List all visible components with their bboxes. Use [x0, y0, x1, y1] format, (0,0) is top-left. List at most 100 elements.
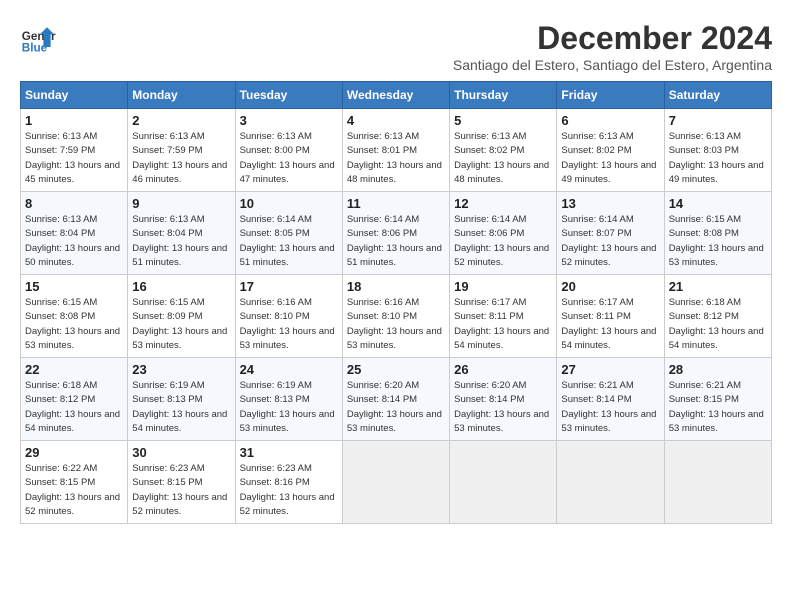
sunset-label: Sunset: 8:15 PM: [25, 477, 95, 488]
day-info: Sunrise: 6:18 AM Sunset: 8:12 PM Dayligh…: [25, 379, 123, 436]
sunrise-label: Sunrise: 6:15 AM: [132, 297, 204, 308]
daylight-label: Daylight: 13 hours and 52 minutes.: [25, 492, 120, 517]
day-cell-5: 5 Sunrise: 6:13 AM Sunset: 8:02 PM Dayli…: [450, 109, 557, 192]
sunset-label: Sunset: 8:12 PM: [25, 394, 95, 405]
daylight-label: Daylight: 13 hours and 53 minutes.: [669, 243, 764, 268]
day-info: Sunrise: 6:21 AM Sunset: 8:14 PM Dayligh…: [561, 379, 659, 436]
logo-icon: General Blue: [20, 20, 56, 56]
day-cell-20: 20 Sunrise: 6:17 AM Sunset: 8:11 PM Dayl…: [557, 275, 664, 358]
header-tuesday: Tuesday: [235, 82, 342, 109]
calendar-row-2: 8 Sunrise: 6:13 AM Sunset: 8:04 PM Dayli…: [21, 192, 772, 275]
day-number: 30: [132, 445, 230, 460]
day-info: Sunrise: 6:15 AM Sunset: 8:08 PM Dayligh…: [25, 296, 123, 353]
day-info: Sunrise: 6:13 AM Sunset: 8:01 PM Dayligh…: [347, 130, 445, 187]
day-info: Sunrise: 6:14 AM Sunset: 8:05 PM Dayligh…: [240, 213, 338, 270]
day-number: 10: [240, 196, 338, 211]
sunset-label: Sunset: 8:06 PM: [454, 228, 524, 239]
sunrise-label: Sunrise: 6:13 AM: [132, 214, 204, 225]
day-cell-30: 30 Sunrise: 6:23 AM Sunset: 8:15 PM Dayl…: [128, 441, 235, 524]
header-sunday: Sunday: [21, 82, 128, 109]
day-cell-26: 26 Sunrise: 6:20 AM Sunset: 8:14 PM Dayl…: [450, 358, 557, 441]
sunset-label: Sunset: 8:11 PM: [561, 311, 631, 322]
sunrise-label: Sunrise: 6:18 AM: [25, 380, 97, 391]
empty-cell: [450, 441, 557, 524]
day-number: 25: [347, 362, 445, 377]
day-info: Sunrise: 6:19 AM Sunset: 8:13 PM Dayligh…: [240, 379, 338, 436]
day-cell-7: 7 Sunrise: 6:13 AM Sunset: 8:03 PM Dayli…: [664, 109, 771, 192]
daylight-label: Daylight: 13 hours and 51 minutes.: [347, 243, 442, 268]
day-info: Sunrise: 6:15 AM Sunset: 8:08 PM Dayligh…: [669, 213, 767, 270]
day-info: Sunrise: 6:20 AM Sunset: 8:14 PM Dayligh…: [347, 379, 445, 436]
day-cell-12: 12 Sunrise: 6:14 AM Sunset: 8:06 PM Dayl…: [450, 192, 557, 275]
weekday-header-row: Sunday Monday Tuesday Wednesday Thursday…: [21, 82, 772, 109]
day-number: 14: [669, 196, 767, 211]
daylight-label: Daylight: 13 hours and 53 minutes.: [454, 409, 549, 434]
daylight-label: Daylight: 13 hours and 48 minutes.: [347, 160, 442, 185]
day-cell-1: 1 Sunrise: 6:13 AM Sunset: 7:59 PM Dayli…: [21, 109, 128, 192]
day-number: 21: [669, 279, 767, 294]
daylight-label: Daylight: 13 hours and 53 minutes.: [132, 326, 227, 351]
day-info: Sunrise: 6:19 AM Sunset: 8:13 PM Dayligh…: [132, 379, 230, 436]
sunset-label: Sunset: 8:12 PM: [669, 311, 739, 322]
day-cell-2: 2 Sunrise: 6:13 AM Sunset: 7:59 PM Dayli…: [128, 109, 235, 192]
sunrise-label: Sunrise: 6:20 AM: [454, 380, 526, 391]
sunset-label: Sunset: 8:04 PM: [132, 228, 202, 239]
sunrise-label: Sunrise: 6:23 AM: [240, 463, 312, 474]
day-number: 18: [347, 279, 445, 294]
day-info: Sunrise: 6:13 AM Sunset: 7:59 PM Dayligh…: [132, 130, 230, 187]
sunrise-label: Sunrise: 6:20 AM: [347, 380, 419, 391]
daylight-label: Daylight: 13 hours and 53 minutes.: [347, 409, 442, 434]
day-cell-23: 23 Sunrise: 6:19 AM Sunset: 8:13 PM Dayl…: [128, 358, 235, 441]
day-cell-22: 22 Sunrise: 6:18 AM Sunset: 8:12 PM Dayl…: [21, 358, 128, 441]
day-number: 23: [132, 362, 230, 377]
day-info: Sunrise: 6:15 AM Sunset: 8:09 PM Dayligh…: [132, 296, 230, 353]
sunset-label: Sunset: 8:14 PM: [347, 394, 417, 405]
day-info: Sunrise: 6:23 AM Sunset: 8:16 PM Dayligh…: [240, 462, 338, 519]
daylight-label: Daylight: 13 hours and 53 minutes.: [240, 409, 335, 434]
sunrise-label: Sunrise: 6:16 AM: [347, 297, 419, 308]
daylight-label: Daylight: 13 hours and 52 minutes.: [561, 243, 656, 268]
day-cell-25: 25 Sunrise: 6:20 AM Sunset: 8:14 PM Dayl…: [342, 358, 449, 441]
sunrise-label: Sunrise: 6:15 AM: [25, 297, 97, 308]
sunset-label: Sunset: 8:15 PM: [132, 477, 202, 488]
day-cell-24: 24 Sunrise: 6:19 AM Sunset: 8:13 PM Dayl…: [235, 358, 342, 441]
header-wednesday: Wednesday: [342, 82, 449, 109]
sunrise-label: Sunrise: 6:14 AM: [240, 214, 312, 225]
day-number: 19: [454, 279, 552, 294]
sunset-label: Sunset: 8:09 PM: [132, 311, 202, 322]
day-info: Sunrise: 6:14 AM Sunset: 8:06 PM Dayligh…: [347, 213, 445, 270]
day-cell-28: 28 Sunrise: 6:21 AM Sunset: 8:15 PM Dayl…: [664, 358, 771, 441]
day-cell-31: 31 Sunrise: 6:23 AM Sunset: 8:16 PM Dayl…: [235, 441, 342, 524]
sunset-label: Sunset: 7:59 PM: [25, 145, 95, 156]
day-info: Sunrise: 6:13 AM Sunset: 8:04 PM Dayligh…: [25, 213, 123, 270]
daylight-label: Daylight: 13 hours and 49 minutes.: [561, 160, 656, 185]
day-number: 20: [561, 279, 659, 294]
calendar-row-1: 1 Sunrise: 6:13 AM Sunset: 7:59 PM Dayli…: [21, 109, 772, 192]
sunset-label: Sunset: 8:05 PM: [240, 228, 310, 239]
day-number: 31: [240, 445, 338, 460]
day-number: 1: [25, 113, 123, 128]
day-info: Sunrise: 6:20 AM Sunset: 8:14 PM Dayligh…: [454, 379, 552, 436]
day-cell-27: 27 Sunrise: 6:21 AM Sunset: 8:14 PM Dayl…: [557, 358, 664, 441]
day-number: 29: [25, 445, 123, 460]
sunrise-label: Sunrise: 6:23 AM: [132, 463, 204, 474]
day-number: 7: [669, 113, 767, 128]
header-thursday: Thursday: [450, 82, 557, 109]
sunrise-label: Sunrise: 6:16 AM: [240, 297, 312, 308]
sunset-label: Sunset: 8:14 PM: [454, 394, 524, 405]
day-number: 11: [347, 196, 445, 211]
day-cell-17: 17 Sunrise: 6:16 AM Sunset: 8:10 PM Dayl…: [235, 275, 342, 358]
daylight-label: Daylight: 13 hours and 53 minutes.: [561, 409, 656, 434]
sunset-label: Sunset: 8:02 PM: [561, 145, 631, 156]
day-cell-11: 11 Sunrise: 6:14 AM Sunset: 8:06 PM Dayl…: [342, 192, 449, 275]
sunrise-label: Sunrise: 6:13 AM: [561, 131, 633, 142]
sunrise-label: Sunrise: 6:14 AM: [561, 214, 633, 225]
sunset-label: Sunset: 8:01 PM: [347, 145, 417, 156]
sunset-label: Sunset: 8:08 PM: [669, 228, 739, 239]
day-info: Sunrise: 6:14 AM Sunset: 8:06 PM Dayligh…: [454, 213, 552, 270]
daylight-label: Daylight: 13 hours and 51 minutes.: [240, 243, 335, 268]
day-number: 15: [25, 279, 123, 294]
daylight-label: Daylight: 13 hours and 47 minutes.: [240, 160, 335, 185]
sunrise-label: Sunrise: 6:13 AM: [669, 131, 741, 142]
day-cell-29: 29 Sunrise: 6:22 AM Sunset: 8:15 PM Dayl…: [21, 441, 128, 524]
